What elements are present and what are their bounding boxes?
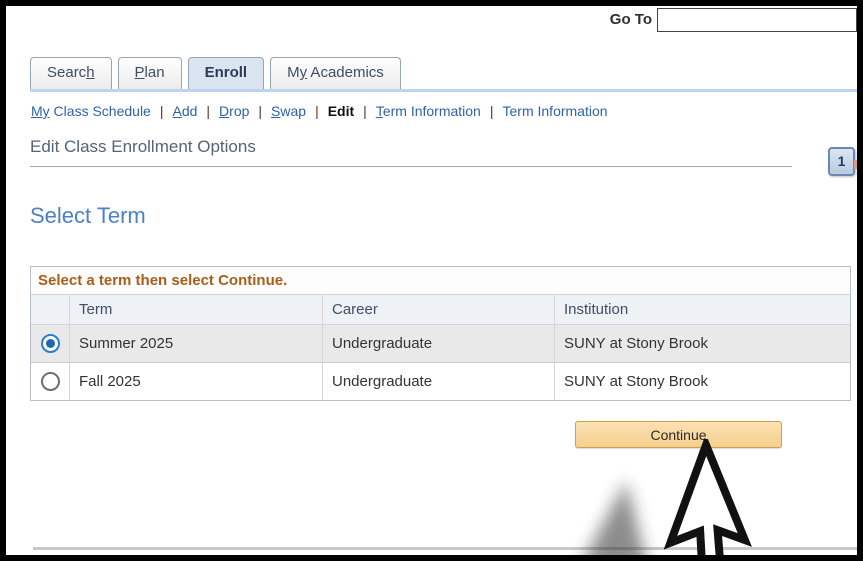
subnav-my-class-schedule[interactable]: My Class Schedule xyxy=(31,103,151,119)
tabbar-underline xyxy=(30,89,857,92)
tab-plan[interactable]: Plan xyxy=(118,57,182,89)
goto-input[interactable] xyxy=(657,8,857,32)
table-body: Summer 2025UndergraduateSUNY at Stony Br… xyxy=(31,325,850,400)
radio-cell xyxy=(31,363,69,400)
subnav-separator: | xyxy=(363,103,367,119)
column-header-career: Career xyxy=(322,295,554,324)
term-cell: Fall 2025 xyxy=(69,363,322,400)
step-indicator: 1 xyxy=(828,147,855,176)
title-divider xyxy=(30,166,792,167)
enroll-subnav: My Class Schedule | Add | Drop | Swap | Edit | Ter… xyxy=(31,103,608,119)
table-header-row: TermCareerInstitution xyxy=(31,295,850,325)
subnav-separator: | xyxy=(206,103,210,119)
column-header-term: Term xyxy=(69,295,322,324)
career-cell: Undergraduate xyxy=(322,363,554,400)
subnav-term-information-2[interactable]: Term Information xyxy=(503,103,608,119)
page-title: Edit Class Enrollment Options xyxy=(30,137,256,157)
subnav-separator: | xyxy=(258,103,262,119)
continue-button[interactable]: Continue xyxy=(575,421,782,448)
term-radio-summer-2025[interactable] xyxy=(41,334,60,353)
subnav-drop[interactable]: Drop xyxy=(219,103,249,119)
institution-cell: SUNY at Stony Brook xyxy=(554,363,850,400)
main-tabs: SearchPlanEnrollMy Academics xyxy=(30,57,407,89)
radio-cell xyxy=(31,325,69,362)
table-caption: Select a term then select Continue. xyxy=(31,267,850,295)
bottom-divider xyxy=(33,547,857,550)
tab-enroll[interactable]: Enroll xyxy=(188,57,265,89)
subnav-separator: | xyxy=(160,103,164,119)
select-term-table: Select a term then select Continue. Term… xyxy=(30,266,851,401)
subnav-swap[interactable]: Swap xyxy=(271,103,306,119)
subnav-separator: | xyxy=(490,103,494,119)
subnav-term-information[interactable]: Term Information xyxy=(376,103,481,119)
institution-cell: SUNY at Stony Brook xyxy=(554,325,850,362)
mouse-cursor-overlay xyxy=(540,439,860,561)
section-heading: Select Term xyxy=(30,203,146,229)
term-cell: Summer 2025 xyxy=(69,325,322,362)
term-radio-fall-2025[interactable] xyxy=(41,372,60,391)
subnav-edit: Edit xyxy=(328,103,354,119)
subnav-separator: | xyxy=(315,103,319,119)
goto-label: Go To xyxy=(598,11,652,28)
tab-my-academics[interactable]: My Academics xyxy=(270,57,401,89)
screenshot-frame: Go To SearchPlanEnrollMy Academics My Cl… xyxy=(0,0,863,561)
subnav-add[interactable]: Add xyxy=(172,103,197,119)
cursor-arrow-icon xyxy=(666,445,771,561)
term-row-summer-2025: Summer 2025UndergraduateSUNY at Stony Br… xyxy=(31,325,850,362)
career-cell: Undergraduate xyxy=(322,325,554,362)
term-row-fall-2025: Fall 2025UndergraduateSUNY at Stony Broo… xyxy=(31,362,850,400)
tab-search[interactable]: Search xyxy=(30,57,112,89)
column-header-institution: Institution xyxy=(554,295,850,324)
step-indicator-next-partial xyxy=(854,160,858,169)
